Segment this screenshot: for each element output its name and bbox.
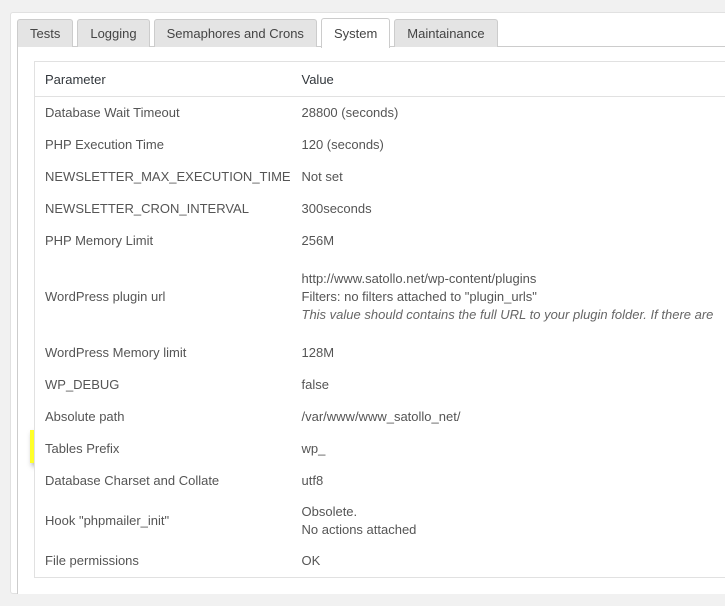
value-cell: utf8: [301, 473, 324, 488]
parameter-cell: Tables Prefix: [45, 441, 120, 456]
tab-bar: Tests Logging Semaphores and Crons Syste…: [17, 18, 502, 48]
table-row: Database Charset and Collate utf8: [35, 465, 725, 497]
parameter-cell: Database Wait Timeout: [45, 105, 180, 120]
tab-logging[interactable]: Logging: [77, 19, 150, 47]
value-cell: 28800 (seconds): [301, 105, 399, 120]
table-row: WordPress plugin url http://www.satollo.…: [35, 257, 725, 337]
value-cell: 300seconds: [301, 201, 372, 216]
system-parameters-table: Parameter Value Database Wait Timeout 28…: [34, 61, 725, 578]
table-row: Absolute path /var/www/www_satollo_net/: [35, 401, 725, 433]
parameter-cell: Hook "phpmailer_init": [45, 513, 170, 528]
table-row: Database Wait Timeout 28800 (seconds): [35, 97, 725, 130]
value-cell: wp_: [301, 441, 326, 456]
parameter-cell: PHP Execution Time: [45, 137, 164, 152]
value-cell: Not set: [301, 169, 343, 184]
value-cell: http://www.satollo.net/wp-content/plugin…: [292, 257, 725, 337]
tab-semaphores-and-crons[interactable]: Semaphores and Crons: [153, 19, 317, 47]
column-header-value: Value: [291, 61, 725, 97]
parameter-cell: WordPress plugin url: [45, 289, 166, 304]
parameter-cell: NEWSLETTER_CRON_INTERVAL: [45, 201, 249, 216]
parameter-cell: Database Charset and Collate: [45, 473, 220, 488]
value-cell: 256M: [301, 233, 335, 248]
hook-status-value: Obsolete.: [301, 504, 358, 519]
table-row: NEWSLETTER_MAX_EXECUTION_TIME Not set: [35, 161, 725, 193]
value-cell: /var/www/www_satollo_net/: [301, 409, 461, 424]
value-cell: false: [301, 377, 329, 392]
value-cell: 128M: [301, 345, 335, 360]
parameter-cell: NEWSLETTER_MAX_EXECUTION_TIME: [45, 169, 291, 184]
value-cell: OK: [301, 553, 321, 568]
plugin-url-filters: Filters: no filters attached to "plugin_…: [301, 289, 537, 304]
parameter-cell: WP_DEBUG: [45, 377, 120, 392]
tab-system[interactable]: System: [320, 18, 391, 48]
column-header-parameter: Parameter: [34, 61, 292, 97]
value-cell: 120 (seconds): [301, 137, 384, 152]
table-row: WordPress Memory limit 128M: [35, 337, 725, 369]
table-row: File permissions OK: [35, 545, 725, 578]
table-row: PHP Memory Limit 256M: [35, 225, 725, 257]
table-row-highlighted: Tables Prefix wp_: [35, 433, 725, 465]
table-header-row: Parameter Value: [34, 61, 725, 97]
value-cell: Obsolete. No actions attached: [292, 497, 725, 545]
table-row: Hook "phpmailer_init" Obsolete. No actio…: [35, 497, 725, 545]
hook-actions-value: No actions attached: [301, 522, 417, 537]
parameter-cell: WordPress Memory limit: [45, 345, 187, 360]
plugin-url-value: http://www.satollo.net/wp-content/plugin…: [301, 271, 537, 286]
table-row: WP_DEBUG false: [35, 369, 725, 401]
tab-maintainance[interactable]: Maintainance: [394, 19, 498, 47]
parameter-cell: Absolute path: [45, 409, 125, 424]
parameter-cell: PHP Memory Limit: [45, 233, 154, 248]
table-row: PHP Execution Time 120 (seconds): [35, 129, 725, 161]
parameter-cell: File permissions: [45, 553, 139, 568]
table-row: NEWSLETTER_CRON_INTERVAL 300seconds: [35, 193, 725, 225]
tab-tests[interactable]: Tests: [17, 19, 74, 47]
plugin-url-note: This value should contains the full URL …: [301, 307, 714, 322]
